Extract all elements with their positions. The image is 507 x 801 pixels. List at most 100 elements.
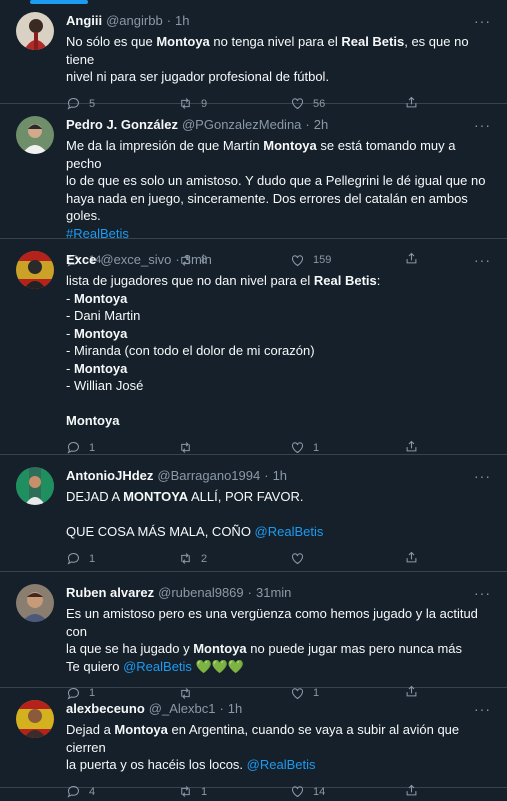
tweet-text: lista de jugadores que no dan nivel para… <box>66 272 493 430</box>
retweet-button[interactable]: 2 <box>178 551 290 566</box>
more-icon[interactable]: ··· <box>474 702 491 716</box>
author-name[interactable]: Ruben alvarez <box>66 584 154 602</box>
tweet-text: No sólo es que Montoya no tenga nivel pa… <box>66 33 493 86</box>
text-segment: - <box>66 360 74 376</box>
text-segment: Dejad a <box>66 722 115 737</box>
reply-button[interactable]: 1 <box>66 440 178 455</box>
tweet[interactable]: AntonioJHdez @Barragano1994 · 1h ··· DEJ… <box>0 455 507 572</box>
like-count: 1 <box>313 441 320 454</box>
highlighted-term: Montoya <box>73 360 128 376</box>
highlighted-term: Montoya <box>73 290 128 306</box>
separator: · <box>175 252 180 267</box>
tweet-text: Dejad a Montoya en Argentina, cuando se … <box>66 721 493 774</box>
tweet-text-line: Es un amistoso pero es una vergüenza com… <box>66 605 493 640</box>
highlighted-term: Montoya <box>263 138 317 153</box>
action-bar: 1 1 <box>66 440 493 456</box>
text-segment: No sólo es que <box>66 34 157 49</box>
separator: · <box>219 701 224 716</box>
mention-link[interactable]: @RealBetis <box>247 757 316 772</box>
timestamp[interactable]: 1h <box>175 12 189 30</box>
avatar[interactable] <box>16 116 54 154</box>
like-button[interactable] <box>290 551 402 566</box>
mention-link[interactable]: @RealBetis <box>123 659 192 674</box>
share-button[interactable] <box>404 550 419 568</box>
tweet-text-line: - Miranda (con todo el dolor de mi coraz… <box>66 342 493 360</box>
timestamp[interactable]: 3min <box>184 251 212 269</box>
tweet-text-line: la que se ha jugado y Montoya no puede j… <box>66 640 493 658</box>
timestamp[interactable]: 1h <box>228 700 242 718</box>
author-handle[interactable]: @angirbb <box>106 12 163 30</box>
text-segment: Es un amistoso pero es una vergüenza com… <box>66 606 478 639</box>
text-segment: Te quiero <box>66 658 124 674</box>
retweet-count: 2 <box>201 552 208 565</box>
text-segment: no puede jugar mas pero nunca más <box>246 641 463 656</box>
author-name[interactable]: Exce <box>66 251 96 269</box>
highlighted-term: MONTOYA <box>123 489 189 504</box>
more-icon[interactable]: ··· <box>474 586 491 600</box>
share-button[interactable] <box>404 783 419 801</box>
highlighted-term: Real Betis <box>313 273 377 288</box>
text-segment: no tenga nivel para el <box>209 34 342 49</box>
text-segment: ALLÍ, POR FAVOR. <box>188 489 304 504</box>
author-name[interactable]: alexbeceuno <box>66 700 145 718</box>
author-handle[interactable]: @PGonzalezMedina <box>182 116 301 134</box>
text-segment: - Dani Martin <box>66 308 141 323</box>
share-icon <box>406 440 417 451</box>
author-handle[interactable]: @rubenal9869 <box>158 584 243 602</box>
highlighted-term: Montoya <box>73 325 128 341</box>
author-name[interactable]: Angiii <box>66 12 102 30</box>
avatar[interactable] <box>16 12 54 50</box>
more-icon[interactable]: ··· <box>474 118 491 132</box>
text-segment: 💚💚💚 <box>191 658 245 674</box>
tweet[interactable]: Angiii @angirbb · 1h ··· No sólo es que … <box>0 0 507 110</box>
highlighted-term: Real Betis <box>341 34 405 49</box>
text-segment: - <box>66 325 74 341</box>
tweet-text-line: Me da la impresión de que Martín Montoya… <box>66 137 493 172</box>
author-handle[interactable]: @_Alexbc1 <box>149 700 216 718</box>
retweet-button[interactable] <box>178 440 290 455</box>
highlighted-term: Montoya <box>193 641 247 656</box>
text-segment: nivel ni para ser jugador profesional de… <box>66 69 330 84</box>
share-button[interactable] <box>404 439 419 457</box>
timestamp[interactable]: 31min <box>256 584 291 602</box>
author-name[interactable]: Pedro J. González <box>66 116 178 134</box>
reply-button[interactable]: 1 <box>66 551 178 566</box>
tweet[interactable]: Exce @exce_sivo · 3min ··· lista de juga… <box>0 239 507 455</box>
avatar[interactable] <box>16 584 54 622</box>
more-icon[interactable]: ··· <box>474 14 491 28</box>
avatar[interactable] <box>16 467 54 505</box>
tweet-text: Me da la impresión de que Martín Montoya… <box>66 137 493 242</box>
retweet-button[interactable]: 1 <box>178 784 290 799</box>
tweet-text-line: Dejad a Montoya en Argentina, cuando se … <box>66 721 493 756</box>
text-segment: - Willian José <box>66 378 144 393</box>
text-segment: la que se ha jugado y <box>66 641 194 656</box>
tweet-text-line <box>66 395 493 413</box>
tweet[interactable]: Pedro J. González @PGonzalezMedina · 2h … <box>0 104 507 267</box>
avatar[interactable] <box>16 700 54 738</box>
author-handle[interactable]: @Barragano1994 <box>157 467 260 485</box>
tweet[interactable]: Ruben alvarez @rubenal9869 · 31min ··· E… <box>0 572 507 700</box>
like-button[interactable]: 14 <box>290 784 402 799</box>
timestamp[interactable]: 2h <box>314 116 328 134</box>
reply-count: 1 <box>89 552 96 565</box>
separator: · <box>247 585 252 600</box>
mention-link[interactable]: @RealBetis <box>255 524 324 539</box>
more-icon[interactable]: ··· <box>474 469 491 483</box>
tweet-text-line: nivel ni para ser jugador profesional de… <box>66 68 493 86</box>
avatar[interactable] <box>16 251 54 289</box>
like-button[interactable]: 1 <box>290 440 402 455</box>
tweet[interactable]: alexbeceuno @_Alexbc1 · 1h ··· Dejad a M… <box>0 688 507 798</box>
retweet-icon <box>181 442 190 453</box>
text-segment: lo de que es solo un amistoso. Y dudo qu… <box>66 173 486 188</box>
more-icon[interactable]: ··· <box>474 253 491 267</box>
tweet-text-line: haya nada en juego, sinceramente. Dos er… <box>66 190 493 225</box>
reply-count: 4 <box>89 785 96 798</box>
reply-button[interactable]: 4 <box>66 784 178 799</box>
author-name[interactable]: AntonioJHdez <box>66 467 153 485</box>
tweet-text: DEJAD A MONTOYA ALLÍ, POR FAVOR. QUE COSA… <box>66 488 493 541</box>
tweet-feed: Angiii @angirbb · 1h ··· No sólo es que … <box>0 0 507 798</box>
timestamp[interactable]: 1h <box>273 467 287 485</box>
author-handle[interactable]: @exce_sivo <box>100 251 171 269</box>
tweet-text-line <box>66 506 493 524</box>
heart-icon <box>291 786 304 798</box>
